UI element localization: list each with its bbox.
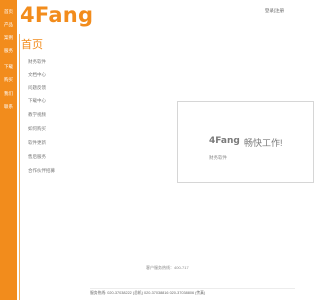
hero-subtitle: 财务软件 <box>209 155 227 160</box>
hero-panel: 4Fang 畅快工作! 财务软件 <box>177 101 314 183</box>
main-content: 4Fang 畅快工作! 财务软件 <box>90 34 314 300</box>
left-nav-item-products[interactable]: 产品 <box>0 22 17 28</box>
login-register-link[interactable]: 登录|注册 <box>265 8 284 14</box>
left-nav-item-download[interactable]: 下载 <box>0 64 17 70</box>
sidebar-item-downloads[interactable]: 下载中心 <box>28 98 46 104</box>
sidebar-item-updates[interactable]: 软件更新 <box>28 140 46 146</box>
footer-text: 服务热线: 020-37038222 (总机) 020-37038816 020… <box>90 291 206 295</box>
sidebar-item-after-sales[interactable]: 售后服务 <box>28 154 46 160</box>
sidebar-item-feedback[interactable]: 问题反馈 <box>28 85 46 91</box>
sidebar-item-how-to-buy[interactable]: 如何购买 <box>28 126 46 132</box>
sidebar-item-finance-software[interactable]: 财务软件 <box>28 59 46 65</box>
hotline-text: 客户服务热线：400-717 <box>146 265 189 270</box>
sidebar-item-videos[interactable]: 教学视频 <box>28 112 46 118</box>
hero-slogan: 畅快工作! <box>244 138 283 148</box>
left-nav-item-contact[interactable]: 联系 <box>0 104 17 110</box>
left-nav-item-home[interactable]: 首页 <box>0 9 17 15</box>
sidebar-divider <box>19 34 20 300</box>
hero-brand: 4Fang <box>209 136 240 146</box>
sidebar-item-docs[interactable]: 文档中心 <box>28 72 46 78</box>
left-nav-item-cases[interactable]: 案例 <box>0 35 17 41</box>
page-title: 首页 <box>21 39 43 51</box>
left-nav-item-buy[interactable]: 购买 <box>0 77 17 83</box>
left-nav-item-about[interactable]: 我们 <box>0 91 17 97</box>
footer-divider <box>90 288 295 289</box>
left-nav-bar: 首页 产品 案例 服务 下载 购买 我们 联系 <box>0 0 17 300</box>
brand-logo[interactable]: 4Fang <box>20 3 93 27</box>
sidebar-item-partners[interactable]: 合作伙伴招募 <box>28 168 55 174</box>
sidebar: 首页 财务软件 文档中心 问题反馈 下载中心 教学视频 如何购买 软件更新 售后… <box>19 34 88 300</box>
left-nav-item-service[interactable]: 服务 <box>0 48 17 54</box>
